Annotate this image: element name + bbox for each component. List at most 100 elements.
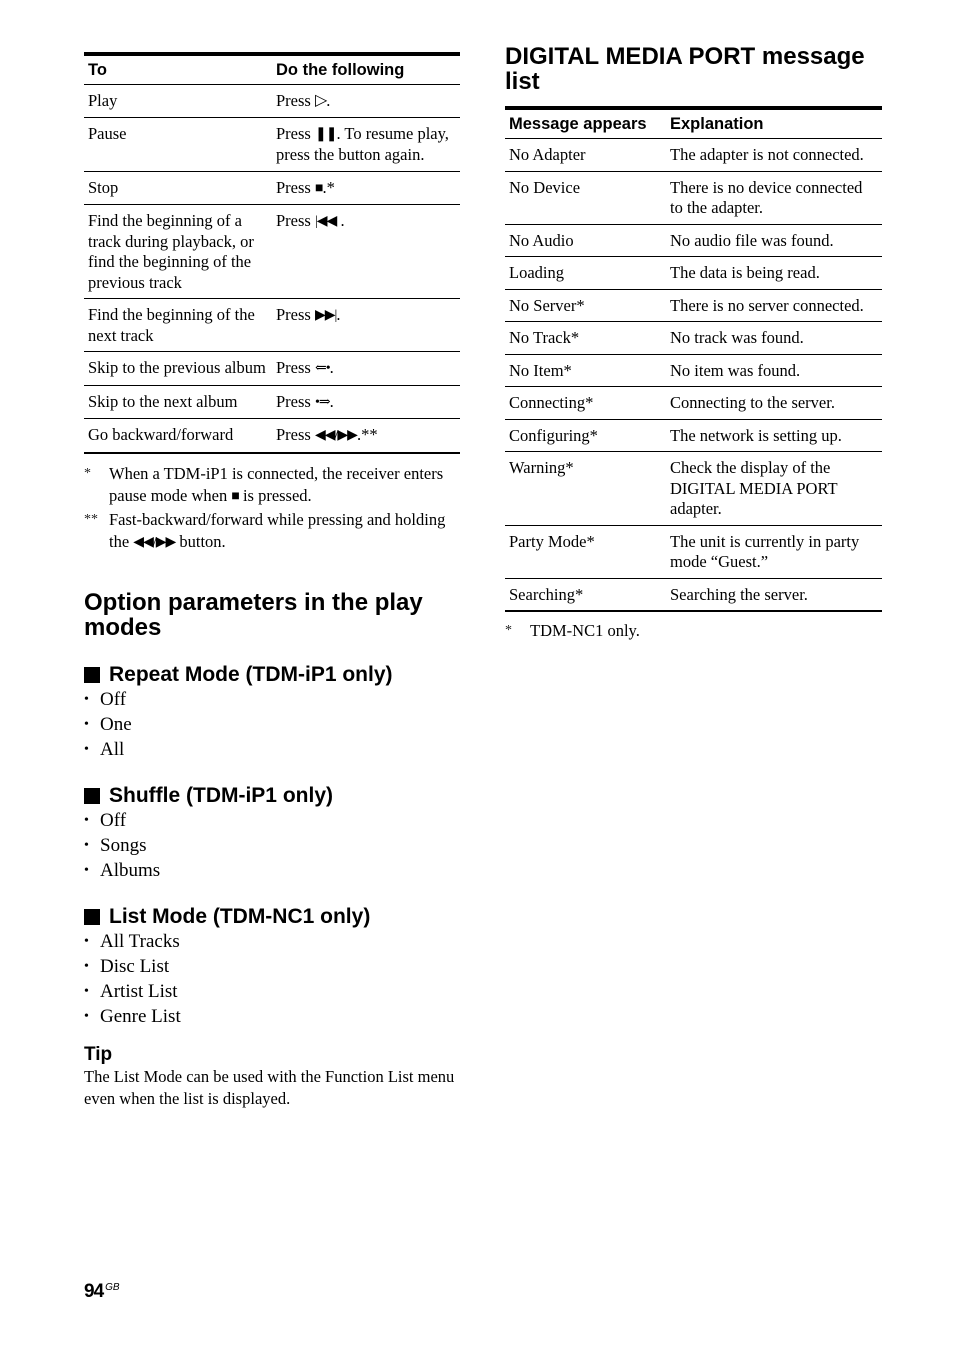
message-cell: No Adapter <box>509 145 586 164</box>
bullet-icon: • <box>84 741 89 757</box>
instruction-prefix: Press <box>276 211 315 230</box>
footnote: * When a TDM-iP1 is connected, the receiv… <box>84 463 460 509</box>
footnote-text: TDM-NC1 only. <box>530 621 640 640</box>
explanation-cell: There is no server connected. <box>670 295 864 315</box>
instruction-prefix: Press <box>276 358 315 377</box>
action-cell: Stop <box>88 177 119 197</box>
list-item: • All <box>84 737 460 762</box>
message-cell: No Server* <box>509 295 585 315</box>
option-group-title: Repeat Mode (TDM-iP1 only) <box>84 663 460 687</box>
table-row: No Server* There is no server connected. <box>505 289 882 322</box>
instruction-suffix: . <box>336 305 341 324</box>
tip-box: Tip The List Mode can be used with the F… <box>84 1044 460 1111</box>
explanation-cell: No item was found. <box>670 360 801 380</box>
list-item: • One <box>84 712 460 737</box>
option-list: • All Tracks • Disc List • Artist List • Genre … <box>84 929 460 1029</box>
option-group: Repeat Mode (TDM-iP1 only) • Off • One • All <box>84 663 460 762</box>
option-value: All <box>100 738 125 760</box>
action-cell: Find the beginning of the next track <box>88 305 255 345</box>
list-item: • Artist List <box>84 979 460 1004</box>
table-row: Skip to the next album Press •⇒. <box>84 385 460 419</box>
left-column: To Do the following Play Press ▷. Pause Pre… <box>84 52 460 1111</box>
next-album-icon: •⇒ <box>314 394 331 410</box>
column-header-explanation: Explanation <box>670 115 764 133</box>
bullet-icon: • <box>84 812 89 828</box>
footnote-text-end: button. <box>175 532 226 551</box>
instruction-suffix: . <box>336 211 345 230</box>
table-row: Pause Press ❚❚. To resume play, press the… <box>84 117 460 171</box>
message-list-title: DIGITAL MEDIA PORT message list <box>505 43 865 95</box>
option-value: Genre List <box>100 1005 181 1027</box>
option-group-title-text: List Mode (TDM-NC1 only) <box>109 904 371 928</box>
option-value: Albums <box>100 859 161 881</box>
message-cell: No Item* <box>509 360 572 380</box>
message-cell: Configuring* <box>509 425 598 445</box>
list-item: • Albums <box>84 858 460 883</box>
message-footnote: * TDM-NC1 only. <box>505 620 882 643</box>
table-row: Configuring* The network is setting up. <box>505 419 882 452</box>
explanation-cell: The data is being read. <box>670 263 820 282</box>
action-cell: Go backward/forward <box>88 425 234 444</box>
list-item: • All Tracks <box>84 929 460 954</box>
table-row: Stop Press ■.* <box>84 171 460 205</box>
pause-icon: ❚❚ <box>314 126 337 142</box>
bullet-icon: • <box>84 1008 89 1024</box>
table-header-row: To Do the following <box>84 54 460 85</box>
table-row: No Audio No audio file was found. <box>505 224 882 257</box>
message-cell: Loading <box>509 263 564 282</box>
column-header-to: To <box>88 61 107 79</box>
instruction-cell: Press ❚❚. To resume play, press the butt… <box>272 117 460 171</box>
play-icon: ▷ <box>314 92 327 109</box>
instruction-cell: Press ■.* <box>272 171 460 205</box>
footnote-mark: * <box>505 623 512 638</box>
playback-operations-table: To Do the following Play Press ▷. Pause Pre… <box>84 52 460 454</box>
square-bullet-icon <box>84 666 100 683</box>
option-value: Songs <box>100 834 147 856</box>
list-item: • Off <box>84 687 460 712</box>
table-row: Warning* Check the display of the DIGITAL… <box>505 452 882 525</box>
footnote-text-end: is pressed. <box>238 486 312 505</box>
next-track-icon: ▶▶| <box>314 308 337 323</box>
footnote-text: When a TDM-iP1 is connected, the receive… <box>109 463 460 509</box>
instruction-cell: Press •⇒. <box>272 385 460 419</box>
instruction-suffix: .** <box>356 425 378 444</box>
table-row: Find the beginning of the next track Pres… <box>84 299 460 352</box>
playback-footnotes: * When a TDM-iP1 is connected, the receiv… <box>84 463 460 555</box>
option-group-title-text: Repeat Mode (TDM-iP1 only) <box>109 662 393 686</box>
instruction-cell: Press ⇐•. <box>272 352 460 386</box>
explanation-cell: The unit is currently in party mode “Gue… <box>670 531 860 572</box>
option-value: Off <box>100 809 127 831</box>
bullet-icon: • <box>84 716 89 732</box>
instruction-suffix: . <box>329 358 334 377</box>
table-row: No Device There is no device connected to… <box>505 171 882 224</box>
instruction-prefix: Press <box>276 123 315 143</box>
option-value: All Tracks <box>100 930 180 952</box>
message-cell: Warning* <box>509 458 574 477</box>
bullet-icon: • <box>84 933 89 949</box>
message-cell: No Audio <box>509 230 574 250</box>
explanation-cell: The adapter is not connected. <box>670 145 864 164</box>
list-item: • Genre List <box>84 1004 460 1029</box>
footnote: ** Fast-backward/forward while pressing a… <box>84 509 460 555</box>
instruction-prefix: Press <box>276 305 315 324</box>
previous-track-icon: |◀◀ <box>314 214 337 229</box>
footnote-text: Fast-backward/forward while pressing and… <box>109 509 460 555</box>
instruction-suffix: .* <box>322 177 335 197</box>
bullet-icon: • <box>84 837 89 853</box>
option-group: Shuffle (TDM-iP1 only) • Off • Songs • Albums <box>84 784 460 883</box>
footnote-mark: * <box>84 465 91 481</box>
table-row: No Track* No track was found. <box>505 322 882 354</box>
right-column: DIGITAL MEDIA PORT message list Message … <box>505 44 882 643</box>
explanation-cell: The network is setting up. <box>670 425 842 445</box>
rewind-fastforward-icon: ◀◀/▶▶ <box>314 428 358 443</box>
list-item: • Off <box>84 808 460 833</box>
bullet-icon: • <box>84 958 89 974</box>
table-row: Play Press ▷. <box>84 85 460 117</box>
explanation-cell: No track was found. <box>670 328 804 347</box>
action-cell: Find the beginning of a track during pla… <box>88 211 254 292</box>
table-row: Party Mode* The unit is currently in part… <box>505 525 882 578</box>
list-item: • Disc List <box>84 954 460 979</box>
message-cell: Connecting* <box>509 393 594 412</box>
message-cell: Party Mode* <box>509 531 595 551</box>
instruction-prefix: Press <box>276 91 315 110</box>
